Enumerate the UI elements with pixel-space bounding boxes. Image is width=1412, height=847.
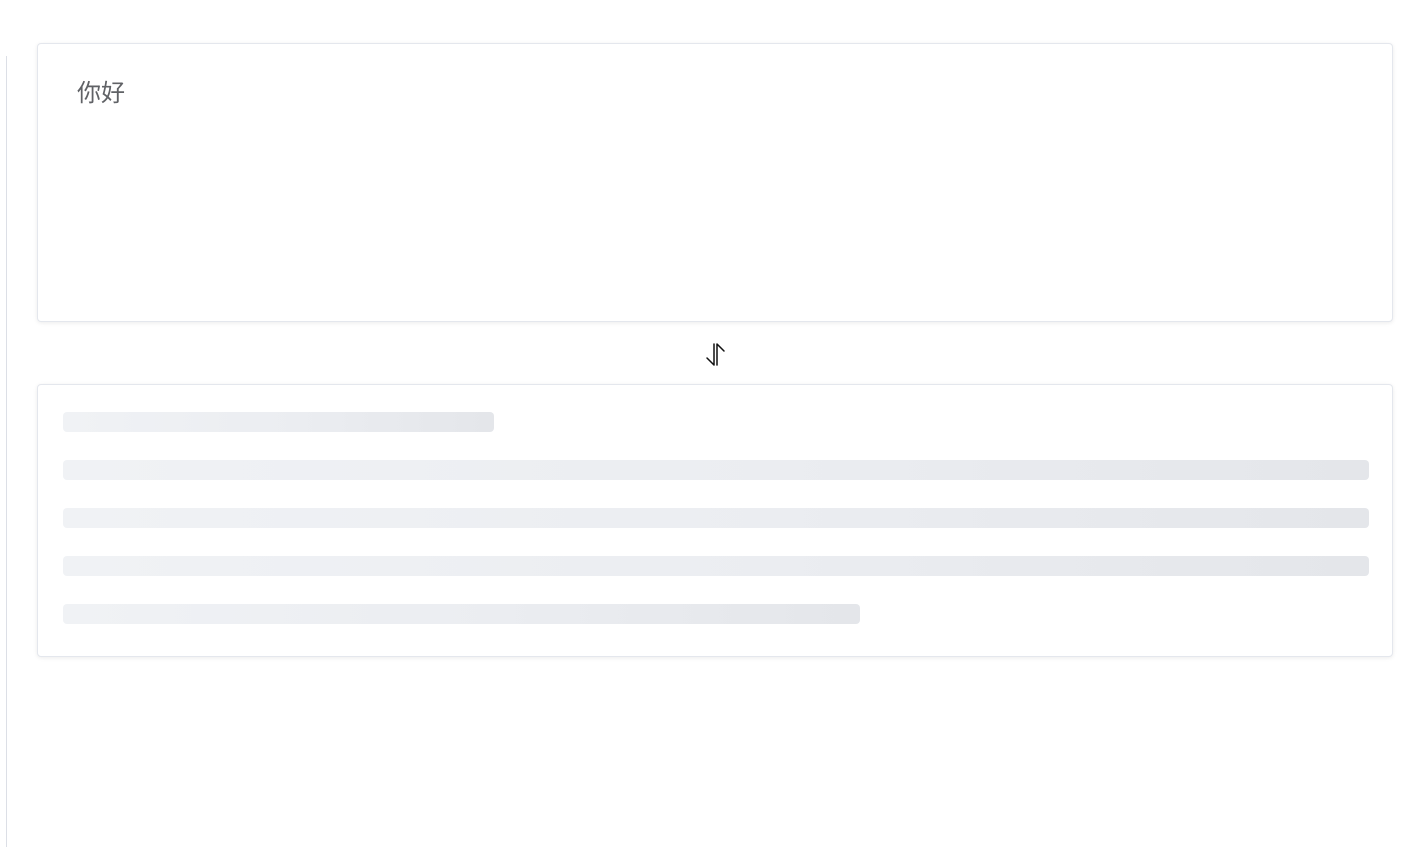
source-input-card[interactable]: 你好 <box>37 43 1393 322</box>
skeleton-line <box>63 460 1369 480</box>
skeleton-line-title <box>63 412 494 432</box>
swap-languages-button[interactable] <box>700 339 730 369</box>
sidebar-divider <box>6 56 7 847</box>
source-text-content[interactable]: 你好 <box>77 78 125 108</box>
swap-vertical-icon <box>706 343 725 366</box>
translation-result-card <box>37 384 1393 657</box>
translator-page: 你好 <box>0 0 1412 847</box>
skeleton-line-last <box>63 604 860 624</box>
skeleton-line <box>63 508 1369 528</box>
skeleton-line <box>63 556 1369 576</box>
